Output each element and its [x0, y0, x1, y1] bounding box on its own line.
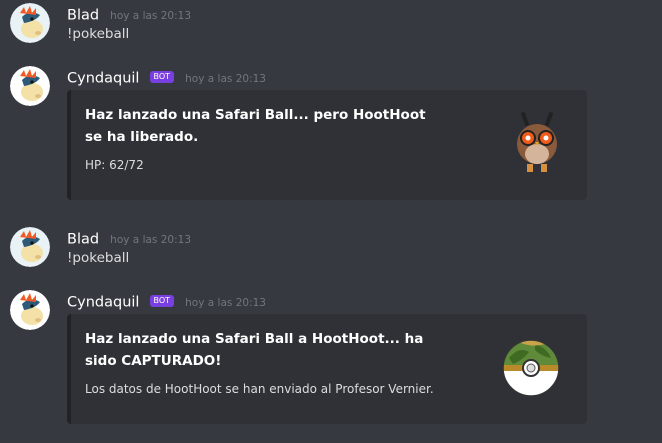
- message: Blad hoy a las 20:13 !pokeball: [0, 227, 662, 271]
- embed-description: HP: 62/72: [85, 158, 144, 172]
- timestamp: hoy a las 20:13: [110, 9, 191, 22]
- safari-ball-icon[interactable]: [501, 338, 561, 402]
- timestamp: hoy a las 20:13: [110, 233, 191, 246]
- cyndaquil-avatar-icon: [10, 227, 50, 267]
- cyndaquil-avatar-icon: [10, 3, 50, 43]
- message: Cyndaquil BOT hoy a las 20:13 Haz lanzad…: [0, 290, 662, 430]
- embed: Haz lanzado una Safari Ball... pero Hoot…: [67, 90, 587, 200]
- cyndaquil-avatar-icon: [10, 66, 50, 106]
- embed: Haz lanzado una Safari Ball a HootHoot..…: [67, 314, 587, 424]
- author-name[interactable]: Cyndaquil: [67, 71, 139, 87]
- avatar[interactable]: [10, 290, 50, 330]
- avatar[interactable]: [10, 66, 50, 106]
- message-text: !pokeball: [67, 26, 130, 42]
- timestamp: hoy a las 20:13: [185, 296, 266, 309]
- bot-badge: BOT: [149, 294, 175, 307]
- author-name[interactable]: Blad: [67, 232, 99, 248]
- bot-badge: BOT: [149, 70, 175, 83]
- message: Blad hoy a las 20:13 !pokeball: [0, 3, 662, 47]
- author-name[interactable]: Cyndaquil: [67, 295, 139, 311]
- avatar[interactable]: [10, 227, 50, 267]
- hoothoot-sprite-icon[interactable]: [513, 110, 561, 182]
- timestamp: hoy a las 20:13: [185, 72, 266, 85]
- message-text: !pokeball: [67, 250, 130, 266]
- embed-title: Haz lanzado una Safari Ball... pero Hoot…: [85, 107, 426, 145]
- embed-description: Los datos de HootHoot se han enviado al …: [85, 382, 434, 396]
- embed-title: Haz lanzado una Safari Ball a HootHoot..…: [85, 331, 424, 369]
- cyndaquil-avatar-icon: [10, 290, 50, 330]
- avatar[interactable]: [10, 3, 50, 43]
- message: Cyndaquil BOT hoy a las 20:13 Haz lanzad…: [0, 66, 662, 206]
- author-name[interactable]: Blad: [67, 8, 99, 24]
